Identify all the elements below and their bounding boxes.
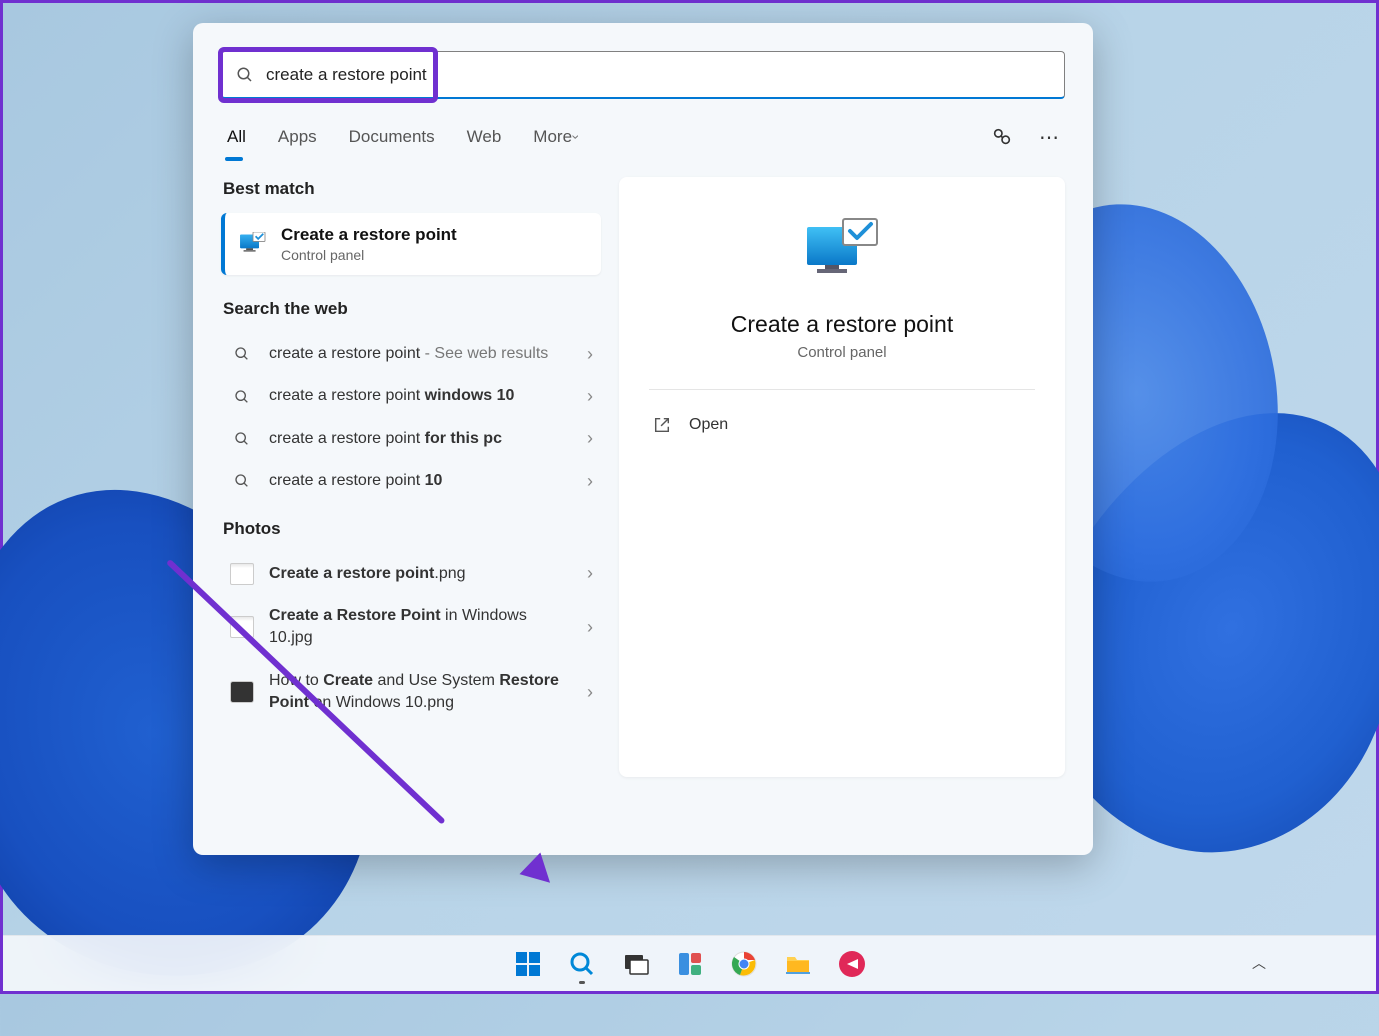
web-result-text: create a restore point windows 10 bbox=[269, 385, 593, 407]
taskbar bbox=[3, 935, 1376, 991]
web-result-text: create a restore point for this pc bbox=[269, 428, 593, 450]
detail-pane: Create a restore point Control panel Ope… bbox=[619, 177, 1065, 777]
chevron-right-icon: › bbox=[587, 386, 593, 407]
chevron-right-icon: › bbox=[587, 617, 593, 638]
image-thumbnail-icon bbox=[230, 563, 254, 585]
chevron-right-icon: › bbox=[587, 344, 593, 365]
chat-icon[interactable] bbox=[991, 126, 1013, 148]
search-icon bbox=[236, 66, 254, 84]
open-label: Open bbox=[689, 416, 728, 434]
start-search-panel: All Apps Documents Web More ⋯ Best match bbox=[193, 23, 1093, 855]
tab-apps[interactable]: Apps bbox=[276, 121, 319, 153]
search-icon bbox=[234, 431, 250, 447]
more-options-icon[interactable]: ⋯ bbox=[1039, 125, 1061, 150]
chevron-right-icon: › bbox=[587, 471, 593, 492]
divider bbox=[649, 389, 1035, 390]
photo-result-text: Create a restore point.png bbox=[269, 563, 593, 585]
chevron-right-icon: › bbox=[587, 428, 593, 449]
folder-icon bbox=[784, 950, 812, 978]
tab-all[interactable]: All bbox=[225, 121, 248, 153]
tray-expand-icon[interactable]: ︿ bbox=[1252, 953, 1266, 973]
web-result[interactable]: create a restore point - See web results… bbox=[221, 333, 601, 375]
search-icon bbox=[234, 346, 250, 362]
detail-subtitle: Control panel bbox=[649, 344, 1035, 361]
search-input[interactable] bbox=[266, 65, 1050, 85]
tab-documents[interactable]: Documents bbox=[347, 121, 437, 153]
photo-result[interactable]: Create a restore point.png › bbox=[221, 553, 601, 595]
detail-title: Create a restore point bbox=[649, 311, 1035, 338]
taskbar-widgets[interactable] bbox=[668, 942, 712, 986]
tab-more[interactable]: More bbox=[531, 121, 580, 153]
photo-result[interactable]: Create a Restore Point in Windows 10.jpg… bbox=[221, 595, 601, 660]
taskbar-app[interactable] bbox=[830, 942, 874, 986]
restore-point-icon bbox=[239, 232, 267, 256]
web-result-text: create a restore point - See web results bbox=[269, 343, 593, 365]
windows-logo-icon bbox=[514, 950, 542, 978]
restore-point-large-icon bbox=[803, 217, 881, 283]
search-icon bbox=[568, 950, 596, 978]
web-result[interactable]: create a restore point windows 10 › bbox=[221, 375, 601, 417]
search-bar[interactable] bbox=[221, 51, 1065, 99]
search-icon bbox=[234, 473, 250, 489]
best-match-result[interactable]: Create a restore point Control panel bbox=[221, 213, 601, 275]
filter-tabs: All Apps Documents Web More ⋯ bbox=[221, 121, 1065, 153]
taskbar-file-explorer[interactable] bbox=[776, 942, 820, 986]
taskbar-task-view[interactable] bbox=[614, 942, 658, 986]
results-column: Best match Create a restore point Contro… bbox=[221, 177, 601, 777]
best-match-subtitle: Control panel bbox=[281, 247, 457, 263]
widgets-icon bbox=[676, 950, 704, 978]
taskbar-start-button[interactable] bbox=[506, 942, 550, 986]
app-icon bbox=[838, 950, 866, 978]
web-result[interactable]: create a restore point 10 › bbox=[221, 460, 601, 502]
best-match-heading: Best match bbox=[221, 177, 601, 213]
search-icon bbox=[234, 389, 250, 405]
web-result[interactable]: create a restore point for this pc › bbox=[221, 418, 601, 460]
open-external-icon bbox=[653, 416, 671, 434]
chevron-right-icon: › bbox=[587, 682, 593, 703]
best-match-title: Create a restore point bbox=[281, 225, 457, 245]
task-view-icon bbox=[622, 950, 650, 978]
search-web-heading: Search the web bbox=[221, 297, 601, 333]
taskbar-search-button[interactable] bbox=[560, 942, 604, 986]
web-result-text: create a restore point 10 bbox=[269, 470, 593, 492]
photo-result-text: Create a Restore Point in Windows 10.jpg bbox=[269, 605, 593, 650]
image-thumbnail-icon bbox=[230, 681, 254, 703]
photos-heading: Photos bbox=[221, 517, 601, 553]
chrome-icon bbox=[730, 950, 758, 978]
taskbar-chrome[interactable] bbox=[722, 942, 766, 986]
tab-web[interactable]: Web bbox=[465, 121, 504, 153]
open-action[interactable]: Open bbox=[649, 408, 1035, 442]
chevron-right-icon: › bbox=[587, 563, 593, 584]
